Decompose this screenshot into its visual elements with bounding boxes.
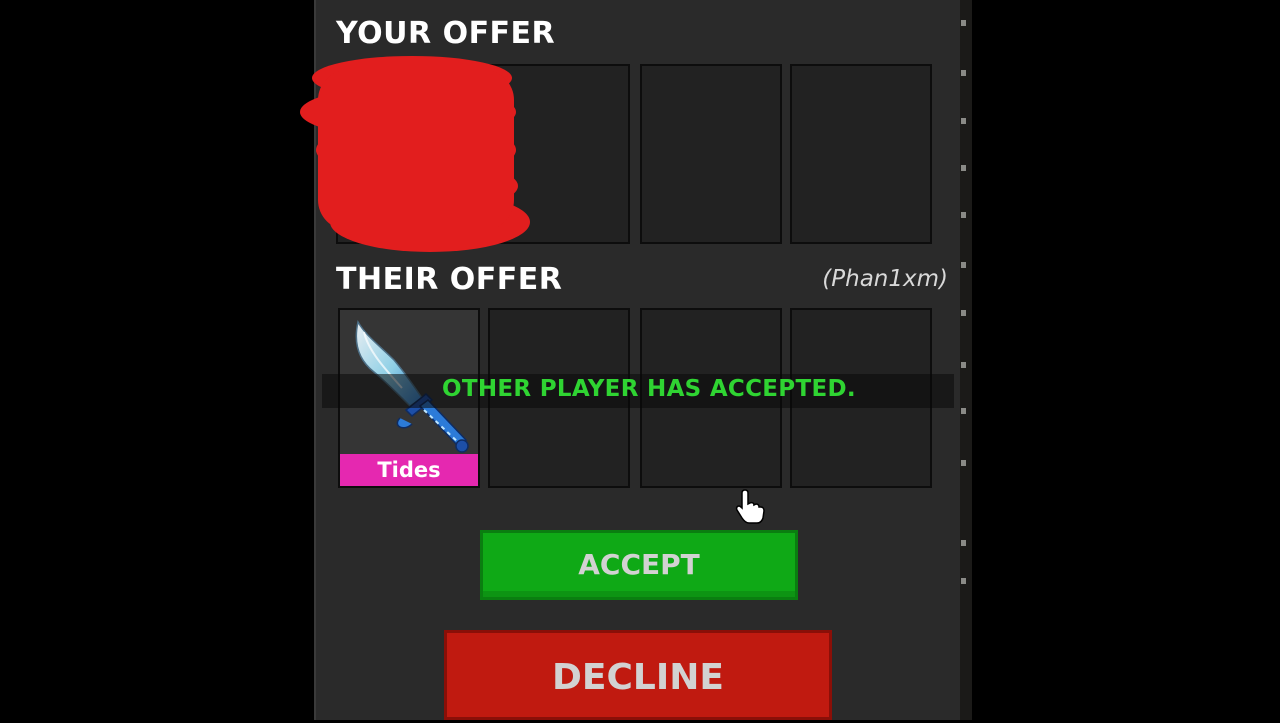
item-name-tag: Tides bbox=[340, 454, 478, 486]
accept-button[interactable]: ACCEPT bbox=[480, 530, 798, 600]
your-offer-slot-2[interactable] bbox=[488, 64, 630, 244]
status-message: OTHER PLAYER HAS ACCEPTED. bbox=[442, 376, 856, 402]
decline-button[interactable]: DECLINE bbox=[444, 630, 832, 720]
your-offer-slot-4[interactable] bbox=[790, 64, 932, 244]
your-offer-slot-3[interactable] bbox=[640, 64, 782, 244]
your-offer-title: YOUR OFFER bbox=[336, 16, 556, 51]
hand-cursor-icon bbox=[735, 489, 765, 524]
trade-panel: YOUR OFFER THEIR OFFER (Phan1xm) Tides O… bbox=[314, 0, 960, 720]
your-offer-slot-1[interactable] bbox=[336, 64, 478, 244]
their-offer-title: THEIR OFFER bbox=[336, 262, 563, 297]
trade-partner-name: (Phan1xm) bbox=[822, 266, 948, 292]
background-window-edge bbox=[958, 0, 972, 720]
status-banner: OTHER PLAYER HAS ACCEPTED. bbox=[322, 374, 954, 408]
